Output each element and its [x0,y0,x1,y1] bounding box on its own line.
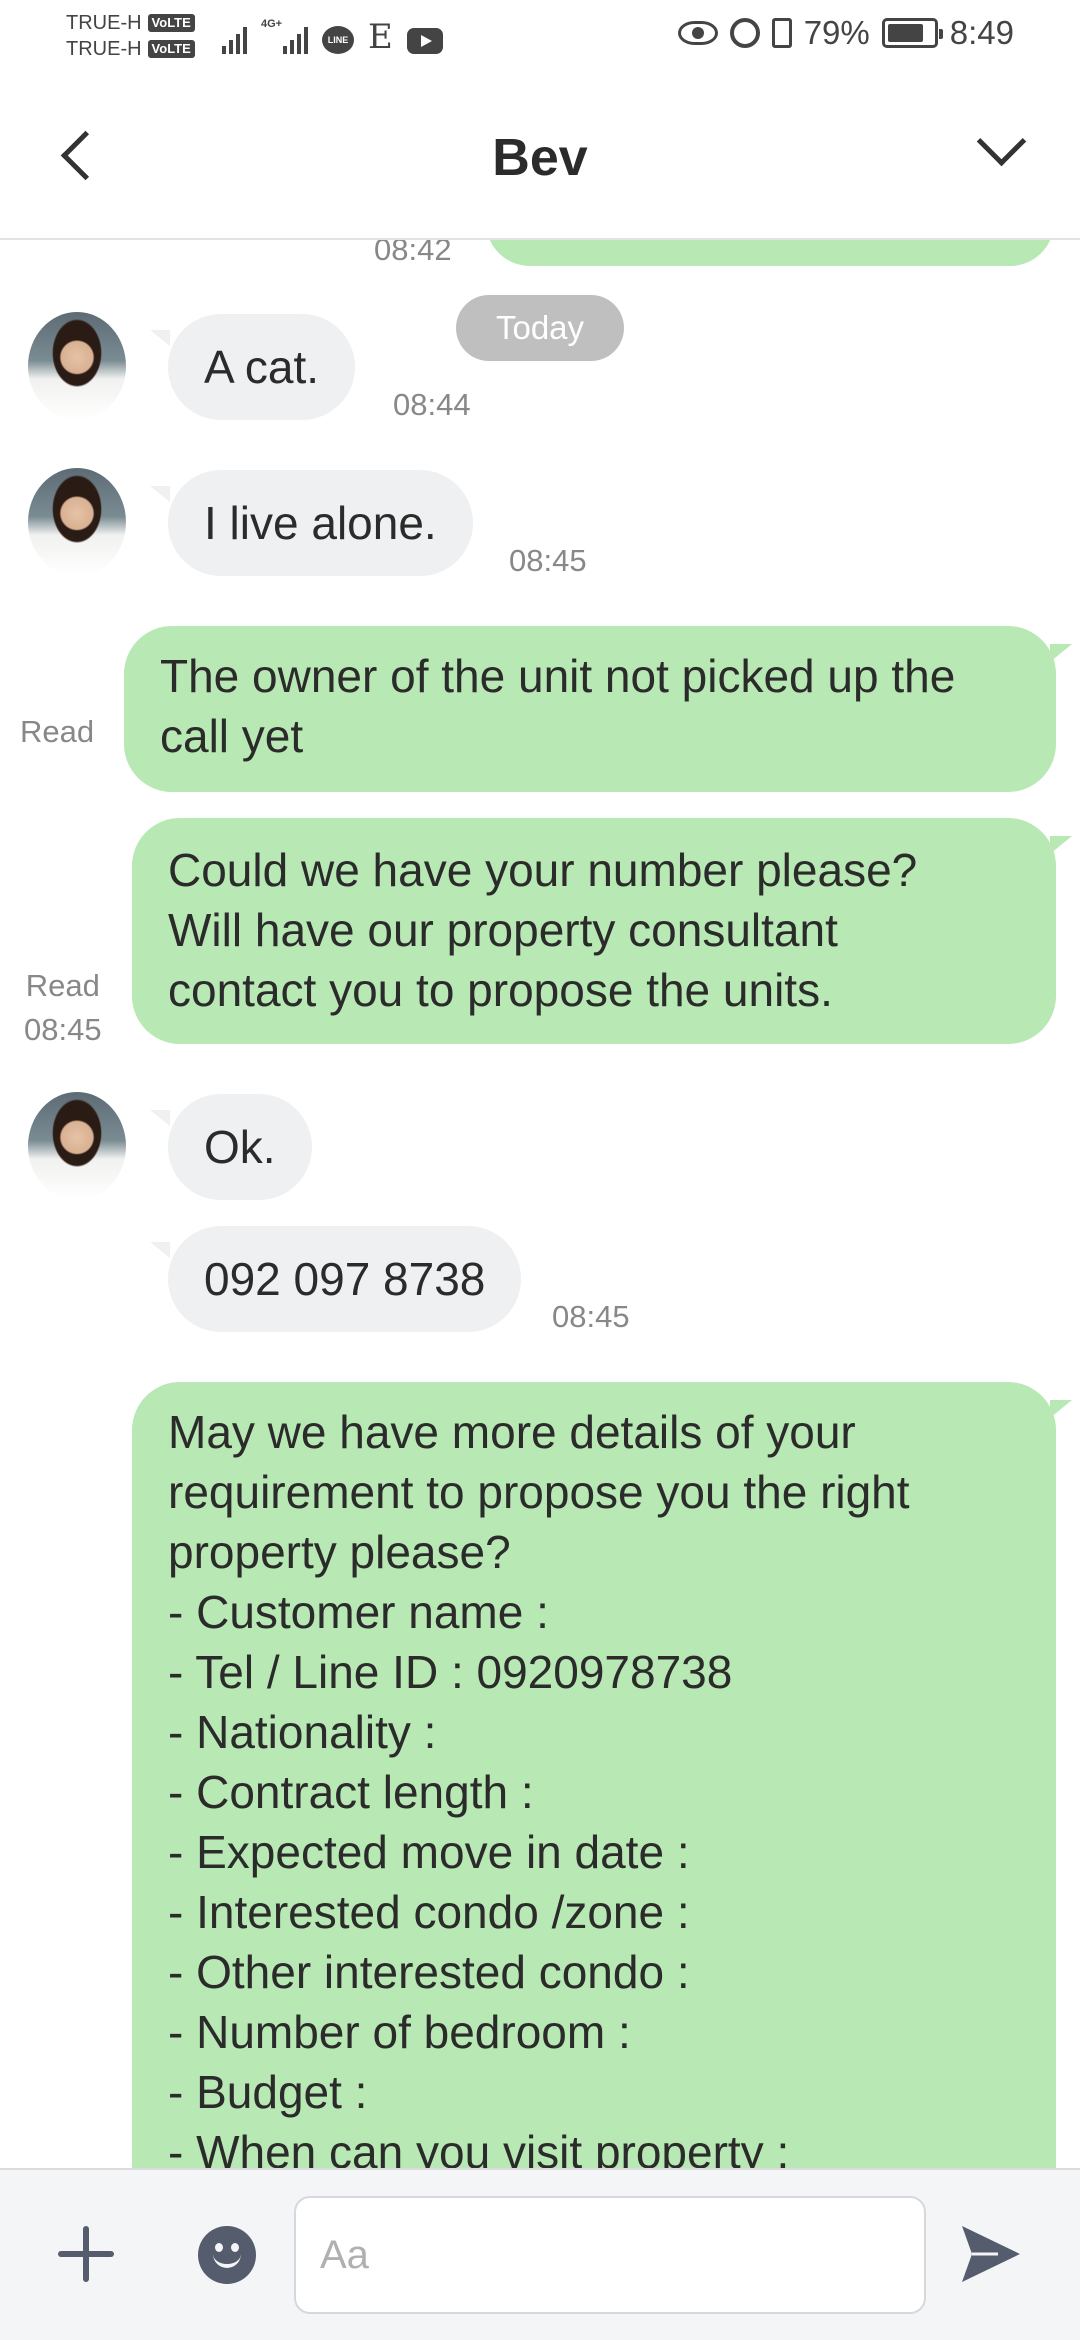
alarm-icon [729,18,760,48]
carrier-name-1: TRUE-H [66,12,142,34]
message-text: May we have more details of your require… [168,1406,910,2168]
send-button[interactable] [958,2222,1024,2286]
emoji-button[interactable] [198,2226,256,2284]
add-attachment-button[interactable] [58,2226,114,2282]
outgoing-message[interactable]: Could we have your number please? Will h… [132,818,1056,1044]
outgoing-message[interactable]: The owner of the unit not picked up the … [124,626,1056,792]
bubble-tail [1050,1400,1072,1418]
message-time: 08:45 [552,1299,630,1334]
vibrate-icon [771,18,792,48]
message-text: Could we have your number please? Will h… [168,844,918,1016]
send-icon [962,2226,1020,2282]
volte-badge: VoLTE [147,14,195,32]
bubble-tail [150,1110,170,1126]
bubble-tail [1050,644,1072,662]
message-text: I live alone. [204,497,437,549]
avatar[interactable] [28,468,126,576]
read-receipt: Read [20,710,94,754]
message-list[interactable]: 08:42 Today A cat. 08:44 I live alone. 0… [0,240,1080,2168]
partial-outgoing-bubble [486,240,1054,266]
signal-strength-icon [222,24,247,54]
battery-percent: 79% [803,14,870,51]
carrier-info: TRUE-H VoLTE TRUE-H VoLTE [66,10,195,62]
outgoing-message[interactable]: May we have more details of your require… [132,1382,1056,2168]
incoming-message[interactable]: I live alone. [168,470,473,576]
incoming-message[interactable]: A cat. [168,314,356,420]
incoming-message[interactable]: Ok. [168,1094,312,1200]
date-divider: Today [456,295,624,361]
bubble-tail [150,486,170,502]
eye-comfort-icon [677,21,718,45]
incoming-message[interactable]: 092 097 8738 [168,1226,522,1332]
battery-icon [881,18,943,48]
carrier-name-2: TRUE-H [66,38,142,60]
status-right: 79% 8:49 [677,14,1014,52]
message-text: A cat. [204,341,320,393]
bubble-tail [1050,836,1072,854]
signal-icons: 4G+ LINE E [222,18,443,54]
network-signal-icon: 4G+ [261,18,308,54]
avatar[interactable] [28,1092,126,1200]
emoji-icon-eye [231,2243,239,2252]
chat-title: Bev [492,129,588,187]
read-receipt: Read 08:45 [24,964,102,1052]
emoji-icon-mouth [213,2254,241,2268]
read-status: Read [20,714,95,749]
bubble-tail [150,330,170,346]
avatar[interactable] [28,312,126,420]
clock: 8:49 [949,14,1014,51]
volte-badge-2: VoLTE [147,40,195,58]
e-app-icon: E [368,17,393,57]
message-time: 08:42 [374,240,452,267]
status-bar: TRUE-H VoLTE TRUE-H VoLTE 4G+ LINE E 79%… [0,0,1080,76]
message-text: 092 097 8738 [204,1253,486,1305]
youtube-icon [406,28,443,54]
message-input[interactable] [294,2196,926,2314]
message-time: 08:45 [509,543,587,578]
read-status: Read [25,968,100,1003]
message-time: 08:45 [24,1012,102,1047]
chevron-down-icon[interactable] [964,120,1034,180]
network-type-label: 4G+ [261,18,283,30]
chat-header: Bev [0,76,1080,240]
message-time: 08:44 [393,387,471,422]
line-app-icon: LINE [322,26,354,54]
message-text: The owner of the unit not picked up the … [160,650,956,762]
message-text: Ok. [204,1121,276,1173]
emoji-icon [215,2243,223,2252]
message-composer [0,2168,1080,2340]
bubble-tail [150,1242,170,1258]
